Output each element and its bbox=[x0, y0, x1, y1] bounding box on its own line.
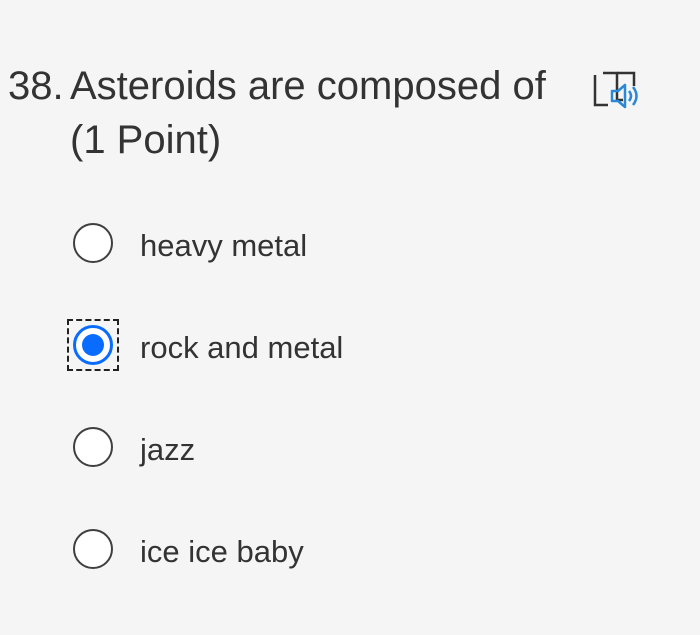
option-label: rock and metal bbox=[140, 330, 344, 365]
radio-ring bbox=[73, 427, 113, 467]
radio-ring bbox=[73, 223, 113, 263]
radio-ring bbox=[73, 529, 113, 569]
option-rock-and-metal[interactable]: rock and metal bbox=[67, 319, 344, 376]
option-label: heavy metal bbox=[140, 228, 308, 263]
immersive-reader-icon[interactable] bbox=[590, 64, 648, 116]
question-title: Asteroids are composed of bbox=[70, 64, 546, 108]
radio-selected-dot bbox=[82, 334, 104, 356]
question-number: 38. bbox=[8, 64, 64, 108]
question-block: 38. Asteroids are composed of (1 Point) … bbox=[0, 0, 700, 635]
option-label: ice ice baby bbox=[140, 534, 304, 569]
question-points: (1 Point) bbox=[70, 118, 222, 162]
radio-button[interactable] bbox=[68, 524, 124, 580]
radio-button-selected[interactable] bbox=[67, 319, 124, 376]
option-label: jazz bbox=[140, 432, 196, 467]
radio-button[interactable] bbox=[68, 422, 124, 478]
radio-button[interactable] bbox=[68, 218, 124, 274]
radio-ring bbox=[73, 325, 113, 365]
option-ice-ice-baby[interactable]: ice ice baby bbox=[68, 524, 304, 580]
option-jazz[interactable]: jazz bbox=[68, 422, 195, 478]
option-heavy-metal[interactable]: heavy metal bbox=[68, 218, 307, 274]
